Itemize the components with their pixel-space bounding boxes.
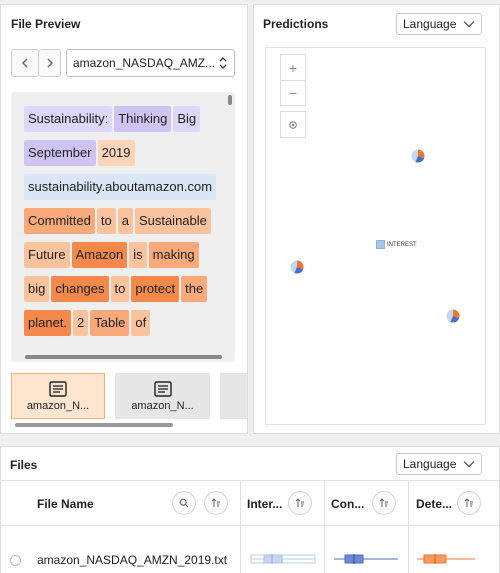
thumbnail-label: amazon_N...	[26, 399, 90, 412]
chevron-down-icon	[463, 461, 475, 468]
prev-file-button[interactable]	[11, 49, 39, 77]
thumbnail-2[interactable]: amazon_N...	[115, 373, 210, 419]
token[interactable]: protect	[131, 276, 180, 302]
token[interactable]: 2	[73, 310, 89, 336]
locate-control	[280, 111, 306, 138]
token[interactable]: Future	[24, 242, 70, 268]
zoom-out-button[interactable]: −	[281, 80, 305, 105]
files-header-bottom-border	[0, 525, 500, 526]
token[interactable]: Sustainable	[134, 208, 211, 234]
token[interactable]: Thinking	[114, 106, 172, 132]
sort-file-name-button[interactable]	[204, 491, 228, 515]
token[interactable]: of	[131, 310, 151, 336]
files-title: Files	[10, 458, 38, 472]
search-icon	[179, 498, 189, 508]
thumbnail-label: amazon_N...	[131, 399, 194, 412]
next-file-button[interactable]	[39, 49, 61, 77]
column-header-detection[interactable]: Dete...	[416, 497, 452, 511]
prediction-pie-marker[interactable]	[446, 309, 460, 323]
zoom-in-button[interactable]: +	[281, 55, 305, 80]
token[interactable]: sustainability.aboutamazon.com	[24, 174, 217, 200]
search-column-button[interactable]	[172, 491, 196, 515]
sort-icon	[464, 498, 473, 507]
thumbnail-scrollbar[interactable]	[15, 423, 173, 427]
token[interactable]: Amazon	[71, 242, 128, 268]
locate-icon	[289, 120, 297, 129]
sort-icon	[211, 498, 220, 507]
token[interactable]: big	[24, 276, 50, 302]
token[interactable]: changes	[51, 276, 109, 302]
chevron-left-icon	[22, 58, 28, 68]
document-icon	[49, 380, 67, 397]
file-preview-panel: File Preview amazon_NASDAQ_AMZ... Sustai…	[0, 4, 248, 434]
row-select-radio[interactable]	[10, 555, 21, 566]
interest-swatch	[376, 240, 385, 249]
prediction-map[interactable]: + − INTEREST	[265, 47, 486, 425]
interest-label-chip: INTEREST	[376, 240, 417, 249]
column-separator	[324, 480, 325, 573]
token[interactable]: Sustainability:	[24, 106, 113, 132]
locate-button[interactable]	[281, 112, 305, 137]
token[interactable]: making	[148, 242, 199, 268]
token[interactable]: Table	[90, 310, 130, 336]
token[interactable]: September	[24, 140, 96, 166]
prediction-pie-marker[interactable]	[290, 260, 304, 274]
token[interactable]: Committed	[24, 208, 95, 234]
token[interactable]: Big	[173, 106, 201, 132]
token[interactable]: is	[129, 242, 147, 268]
column-header-concept[interactable]: Con...	[331, 497, 364, 511]
file-preview-title: File Preview	[11, 17, 81, 31]
column-separator	[408, 480, 409, 573]
sort-icon	[295, 498, 304, 507]
thumbnail-1[interactable]: amazon_N...	[11, 373, 105, 419]
document-icon	[153, 380, 172, 397]
column-header-interest[interactable]: Inter...	[247, 497, 282, 511]
token[interactable]: 2019	[97, 140, 135, 166]
sort-icon	[379, 498, 388, 507]
chevron-right-icon	[47, 58, 53, 68]
concept-distribution-bar	[334, 554, 398, 564]
interest-distribution-bar	[250, 554, 316, 564]
zoom-controls: + −	[280, 54, 306, 106]
token[interactable]: the	[181, 276, 208, 302]
sort-concept-button[interactable]	[372, 491, 396, 515]
thumbnail-3-partial[interactable]	[220, 373, 247, 419]
file-select-value: amazon_NASDAQ_AMZ...	[73, 56, 216, 70]
predictions-dropdown[interactable]: Language	[396, 13, 482, 35]
file-select[interactable]: amazon_NASDAQ_AMZ...	[66, 49, 235, 77]
files-dropdown[interactable]: Language	[396, 453, 482, 475]
sort-detection-button[interactable]	[457, 491, 481, 515]
predictions-dropdown-value: Language	[403, 17, 457, 31]
files-dropdown-value: Language	[403, 457, 457, 471]
prediction-pie-marker[interactable]	[411, 149, 425, 163]
sort-interest-button[interactable]	[288, 491, 312, 515]
horizontal-scrollbar[interactable]	[25, 355, 222, 359]
vertical-scrollbar[interactable]	[228, 95, 232, 105]
token[interactable]: to	[110, 276, 130, 302]
token[interactable]: to	[96, 208, 116, 234]
detection-distribution-bar	[417, 554, 475, 564]
token-list: Sustainability: Thinking Big September 2019 s…	[24, 106, 224, 344]
token[interactable]: a	[117, 208, 133, 234]
token[interactable]: planet.	[24, 310, 72, 336]
column-separator	[240, 480, 241, 573]
interest-label: INTEREST	[387, 241, 417, 248]
files-header-top-border	[0, 480, 500, 481]
text-preview-area[interactable]: Sustainability: Thinking Big September 2019 s…	[11, 92, 235, 362]
column-header-file-name[interactable]: File Name	[37, 497, 94, 511]
table-row-file-name[interactable]: amazon_NASDAQ_AMZN_2019.txt	[37, 553, 227, 567]
updown-chevron-icon	[219, 57, 227, 69]
predictions-title: Predictions	[263, 17, 329, 31]
chevron-down-icon	[463, 21, 475, 28]
